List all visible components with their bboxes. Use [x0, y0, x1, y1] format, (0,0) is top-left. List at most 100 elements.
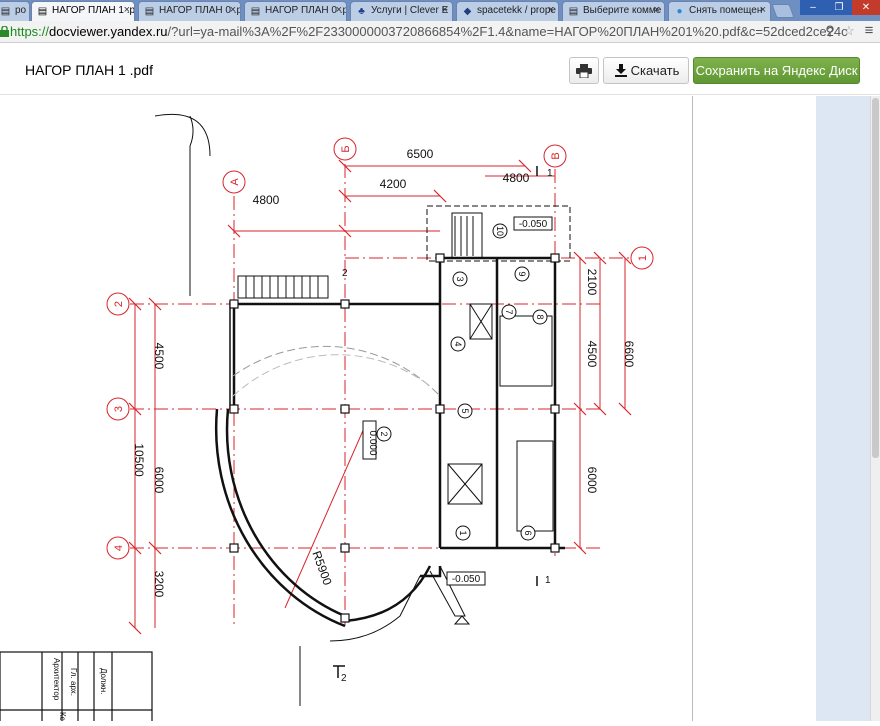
room-number: 1 — [458, 530, 468, 535]
section-mark: 1 — [547, 168, 553, 179]
stamp-text: Гл. арх. — [69, 668, 78, 696]
minimize-icon[interactable]: – — [800, 0, 826, 15]
doc-icon: ▤ — [0, 6, 11, 17]
dim-label: 6500 — [407, 147, 434, 161]
close-icon[interactable]: × — [230, 4, 236, 16]
axis-bubbles — [106, 137, 654, 560]
close-icon[interactable]: × — [442, 4, 448, 16]
close-icon[interactable]: × — [124, 4, 130, 16]
close-icon[interactable]: × — [336, 4, 342, 16]
doc-icon: ▤ — [568, 6, 579, 17]
level-label: -0.050 — [452, 574, 481, 585]
tab-title: ро — [15, 5, 27, 16]
tab-title: Выберите комме — [583, 5, 662, 16]
scrollbar-thumb[interactable] — [872, 98, 879, 458]
title-block-text: Гл. арх. Архитектор Должн. Кс — [52, 658, 108, 721]
dim-label: 6000 — [585, 467, 599, 494]
address-bar[interactable]: https://docviewer.yandex.ru/?url=ya-mail… — [0, 21, 880, 43]
stamp-text: Архитектор — [52, 658, 61, 701]
radius-arc — [232, 345, 441, 397]
room-number: 10 — [495, 226, 505, 236]
axis-label: 2 — [113, 301, 125, 307]
tab-title: Услуги | Clever E — [371, 5, 449, 16]
document-title: НАГОР ПЛАН 1 .pdf — [25, 62, 153, 78]
stamp-text: Должн. — [99, 668, 108, 694]
level-label: -0.050 — [519, 219, 548, 230]
room-number: 2 — [379, 431, 389, 436]
room-number: 3 — [455, 276, 465, 281]
doc-icon: ▤ — [37, 6, 48, 17]
dim-label: 10500 — [132, 443, 146, 477]
print-button[interactable] — [569, 57, 599, 84]
leaf-icon: ♣ — [358, 6, 365, 17]
doc-icon: ▤ — [144, 6, 155, 17]
tab-title: Снять помещен — [689, 5, 763, 16]
room-number: 7 — [504, 309, 514, 314]
shield-icon: ◆ — [463, 6, 472, 17]
download-button[interactable]: Скачать — [603, 57, 689, 84]
axis-label: 3 — [113, 406, 125, 412]
axis-label: 1 — [637, 255, 649, 261]
url-host: docviewer.yandex.ru — [49, 24, 168, 39]
tab-5[interactable]: ◆ spacetekk / prope × — [456, 1, 559, 21]
section-mark: 1 — [545, 575, 551, 586]
save-to-disk-button[interactable]: Сохранить на Яндекс Диск — [693, 57, 860, 84]
tab-2[interactable]: ▤ НАГОР ПЛАН 0 .p × — [138, 1, 241, 21]
tab-1[interactable]: ▤ НАГОР ПЛАН 1 .p × — [31, 1, 135, 21]
dim-label: 4500 — [585, 341, 599, 368]
restore-icon[interactable]: ❐ — [826, 0, 852, 15]
download-icon — [615, 64, 627, 77]
url-path: /?url=ya-mail%3A%2F%2F233000000372086685… — [167, 24, 848, 39]
viewer-side-panel — [816, 96, 870, 721]
floor-plan-drawing: А Б В 1 2 3 4 6500 4200 4800 4800 2100 4… — [0, 113, 654, 725]
tab-title: spacetekk / prope — [477, 5, 556, 16]
pdf-page: А Б В 1 2 3 4 6500 4200 4800 4800 2100 4… — [0, 96, 693, 725]
page-scrollbar[interactable] — [870, 96, 880, 721]
dim-label: 4200 — [380, 177, 407, 191]
close-icon[interactable]: × — [760, 4, 766, 16]
axis-label: В — [550, 152, 562, 159]
star-icon[interactable]: ☆ — [841, 23, 857, 39]
stamp-text: Кс — [58, 712, 67, 721]
axis-label: 4 — [113, 545, 125, 551]
printer-icon — [576, 64, 592, 79]
level-label: 0.000 — [367, 430, 378, 455]
dim-label: 6600 — [622, 341, 636, 368]
document-area: А Б В 1 2 3 4 6500 4200 4800 4800 2100 4… — [0, 96, 880, 725]
room-number: 6 — [523, 530, 533, 535]
dim-label: 4800 — [253, 193, 280, 207]
url-text[interactable]: https://docviewer.yandex.ru/?url=ya-mail… — [10, 24, 848, 39]
dim-label: 3200 — [152, 571, 166, 598]
tab-6[interactable]: ▤ Выберите комме × — [562, 1, 665, 21]
new-tab-button[interactable] — [771, 4, 795, 18]
download-label: Скачать — [630, 63, 680, 78]
section-mark: 2 — [341, 673, 347, 684]
search-icon[interactable]: ⚲ — [822, 23, 838, 39]
close-window-icon[interactable]: ✕ — [852, 0, 880, 15]
doc-icon: ▤ — [250, 6, 261, 17]
tab-title: НАГОР ПЛАН 1 .p — [52, 5, 135, 16]
viewer-header: НАГОР ПЛАН 1 .pdf Скачать Сохранить на Я… — [0, 43, 880, 95]
tab-7[interactable]: ● Снять помещен × — [668, 1, 771, 21]
axis-label: А — [229, 178, 241, 186]
tab-strip: ▤ ро ▤ НАГОР ПЛАН 1 .p × ▤ НАГОР ПЛАН 0 … — [0, 0, 880, 21]
url-scheme: https:// — [10, 24, 50, 39]
close-icon[interactable]: × — [548, 4, 554, 16]
room-number: 9 — [517, 271, 527, 276]
tab-4[interactable]: ♣ Услуги | Clever E × — [350, 1, 453, 21]
dim-label: 6000 — [152, 467, 166, 494]
tab-3[interactable]: ▤ НАГОР ПЛАН 0 .p × — [244, 1, 347, 21]
axis-label: Б — [340, 145, 352, 152]
axis-labels: А Б В 1 2 3 4 — [113, 145, 649, 551]
room-number: 8 — [535, 314, 545, 319]
menu-icon[interactable]: ≡ — [861, 23, 877, 39]
close-icon[interactable]: × — [654, 4, 660, 16]
room-number: 5 — [460, 408, 470, 413]
dimension-labels: 6500 4200 4800 4800 2100 4500 6600 4500 … — [132, 147, 636, 598]
tab-0[interactable]: ▤ ро — [0, 1, 30, 21]
section-mark: 2 — [342, 268, 348, 279]
dim-label: R5900 — [309, 549, 334, 587]
dim-label: 4800 — [503, 171, 530, 185]
radius-arc — [232, 354, 431, 397]
stair-top-left — [237, 275, 329, 299]
